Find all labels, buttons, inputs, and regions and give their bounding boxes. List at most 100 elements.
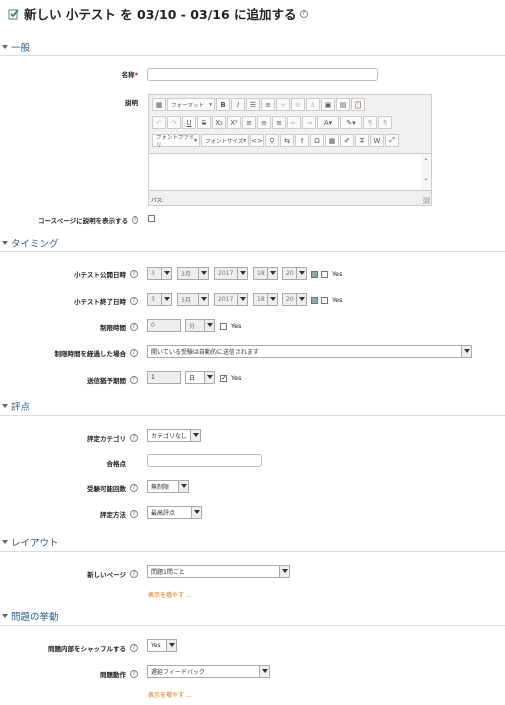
editor-textarea[interactable]: ⌃ ⌄ bbox=[149, 153, 431, 191]
bg-color-icon[interactable]: ✎▾ bbox=[340, 116, 362, 129]
help-icon[interactable]: ? bbox=[130, 670, 138, 678]
grading-method-select[interactable]: 最高評点 bbox=[147, 506, 202, 519]
grace-enable-checkbox[interactable] bbox=[220, 375, 227, 382]
show-more-link[interactable]: 表示を増やす ... bbox=[148, 690, 192, 699]
indent-icon[interactable]: ⇥ bbox=[302, 116, 316, 129]
unlink-icon[interactable]: ⊘ bbox=[291, 98, 305, 111]
anchor-icon[interactable]: ⚓ bbox=[306, 98, 320, 111]
help-icon[interactable]: ? bbox=[130, 270, 138, 278]
text-color-icon[interactable]: A▾ bbox=[317, 116, 339, 129]
open-minute-select[interactable]: 20 bbox=[282, 267, 307, 280]
char-map-icon[interactable]: Ω bbox=[310, 134, 324, 147]
editor-scrollbar[interactable]: ⌃ ⌄ bbox=[421, 154, 431, 190]
close-enable-checkbox[interactable] bbox=[321, 297, 328, 304]
fullscreen-icon[interactable]: ⤢ bbox=[385, 134, 399, 147]
rtl-icon[interactable]: ¶ bbox=[378, 116, 392, 129]
name-label: 名称* bbox=[38, 69, 138, 79]
close-day-select[interactable]: 3 bbox=[147, 293, 172, 306]
close-year-select[interactable]: 2017 bbox=[214, 293, 248, 306]
help-icon[interactable]: ? bbox=[130, 323, 138, 331]
section-layout[interactable]: レイアウト bbox=[0, 535, 505, 549]
help-icon[interactable]: ? bbox=[130, 484, 138, 492]
grace-unit-select[interactable]: 日 bbox=[185, 371, 215, 384]
show-more-link[interactable]: 表示を増やす ... bbox=[148, 590, 192, 599]
media-icon[interactable]: ▤ bbox=[336, 98, 350, 111]
close-month-select[interactable]: 3月 bbox=[177, 293, 209, 306]
underline-icon[interactable]: U bbox=[182, 116, 196, 129]
open-day-select[interactable]: 3 bbox=[147, 267, 172, 280]
font-size-select[interactable]: フォントサイズ ▾ bbox=[201, 134, 249, 147]
paste-text-icon[interactable]: T̶ bbox=[355, 134, 369, 147]
attempts-value: 無制限 bbox=[151, 484, 170, 491]
section-timing-label: タイミング bbox=[11, 239, 59, 250]
scroll-up-icon[interactable]: ⌃ bbox=[421, 158, 431, 165]
image-icon[interactable]: ▣ bbox=[321, 98, 335, 111]
undo-icon[interactable]: ↶ bbox=[152, 116, 166, 129]
bullet-list-icon[interactable]: ☰ bbox=[246, 98, 260, 111]
help-icon[interactable]: ? bbox=[130, 644, 138, 652]
section-general[interactable]: 一般 bbox=[0, 40, 505, 54]
scroll-down-icon[interactable]: ⌄ bbox=[421, 175, 431, 182]
upload-icon[interactable]: ⇪ bbox=[295, 134, 309, 147]
open-year-select[interactable]: 2017 bbox=[214, 267, 248, 280]
calendar-icon[interactable] bbox=[311, 271, 318, 278]
section-timing[interactable]: タイミング bbox=[0, 236, 505, 250]
help-icon[interactable]: ? bbox=[132, 216, 138, 224]
replace-icon[interactable]: ⇆ bbox=[280, 134, 294, 147]
paste-word-icon[interactable]: W bbox=[370, 134, 384, 147]
open-enable-label: Yes bbox=[332, 270, 343, 278]
search-icon[interactable]: ⚲ bbox=[265, 134, 279, 147]
name-input[interactable] bbox=[147, 68, 378, 81]
calendar-icon[interactable] bbox=[311, 297, 318, 304]
resize-handle[interactable] bbox=[423, 197, 430, 204]
font-family-select[interactable]: フォントファミリ ▾ bbox=[152, 134, 200, 149]
ltr-icon[interactable]: ¶ bbox=[363, 116, 377, 129]
time-limit-input[interactable]: 0 bbox=[147, 319, 181, 332]
close-hour-select[interactable]: 18 bbox=[253, 293, 278, 306]
superscript-icon[interactable]: X² bbox=[227, 116, 241, 129]
attempts-select[interactable]: 無制限 bbox=[147, 480, 189, 493]
close-minute-select[interactable]: 20 bbox=[282, 293, 307, 306]
section-grade[interactable]: 評点 bbox=[0, 399, 505, 413]
spell-icon[interactable]: ▦ bbox=[325, 134, 339, 147]
italic-icon[interactable]: I bbox=[231, 98, 245, 111]
open-month-select[interactable]: 3月 bbox=[177, 267, 209, 280]
outdent-icon[interactable]: ⇤ bbox=[287, 116, 301, 129]
open-enable-checkbox[interactable] bbox=[321, 271, 328, 278]
grace-input[interactable]: 1 bbox=[147, 371, 181, 384]
time-limit-enable-checkbox[interactable] bbox=[220, 323, 227, 330]
overdue-select[interactable]: 開いている受験は自動的に送信されます bbox=[147, 345, 472, 358]
time-limit-unit-select[interactable]: 分 bbox=[185, 319, 215, 332]
behaviour-mode-select[interactable]: 遅延フィードバック bbox=[147, 665, 270, 678]
paste-icon[interactable]: 📋 bbox=[351, 98, 365, 111]
grade-category-select[interactable]: カテゴリなし bbox=[147, 429, 201, 442]
align-right-icon[interactable]: ≡ bbox=[272, 116, 286, 129]
help-icon[interactable]: ? bbox=[130, 510, 138, 518]
help-icon[interactable]: ? bbox=[130, 434, 138, 442]
chevron-down-icon bbox=[237, 294, 247, 305]
help-icon[interactable]: ? bbox=[130, 349, 138, 357]
section-behaviour[interactable]: 問題の挙動 bbox=[0, 609, 505, 623]
format-select[interactable]: フォーマット ▾ bbox=[167, 98, 215, 111]
help-icon[interactable]: ? bbox=[299, 9, 308, 18]
redo-icon[interactable]: ↷ bbox=[167, 116, 181, 129]
help-icon[interactable]: ? bbox=[130, 570, 138, 578]
number-list-icon[interactable]: ≡ bbox=[261, 98, 275, 111]
align-left-icon[interactable]: ≡ bbox=[242, 116, 256, 129]
subscript-icon[interactable]: X₂ bbox=[212, 116, 226, 129]
clear-format-icon[interactable]: ✐ bbox=[340, 134, 354, 147]
code-icon[interactable]: <> bbox=[250, 134, 264, 147]
help-icon[interactable]: ? bbox=[130, 297, 138, 305]
attempts-label: 受験可能回数? bbox=[38, 483, 138, 493]
new-page-select[interactable]: 問題1問ごと bbox=[147, 565, 290, 578]
help-icon[interactable]: ? bbox=[130, 376, 138, 384]
link-icon[interactable]: ∞ bbox=[276, 98, 290, 111]
show-desc-checkbox[interactable] bbox=[148, 215, 155, 222]
shuffle-select[interactable]: Yes bbox=[147, 639, 177, 652]
table-icon[interactable]: ▦ bbox=[152, 98, 166, 111]
align-center-icon[interactable]: ≡ bbox=[257, 116, 271, 129]
pass-grade-input[interactable] bbox=[147, 454, 262, 467]
open-hour-select[interactable]: 18 bbox=[253, 267, 278, 280]
strike-icon[interactable]: S bbox=[197, 116, 211, 129]
bold-icon[interactable]: B bbox=[216, 98, 230, 111]
